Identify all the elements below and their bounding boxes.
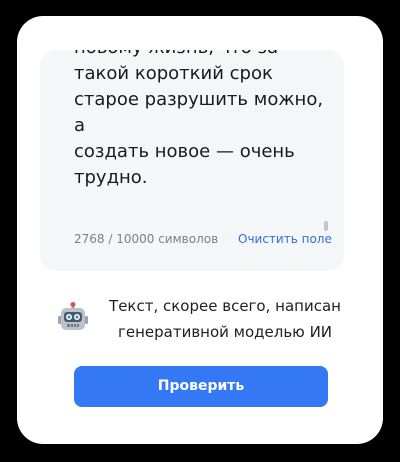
text-input-content[interactable]: новому жизнь, что за такой короткий срок… bbox=[74, 50, 336, 191]
robot-icon bbox=[58, 302, 88, 330]
check-button[interactable]: Проверить bbox=[74, 366, 328, 407]
result-message: Текст, скорее всего, написан генеративно… bbox=[100, 293, 350, 345]
result-line-2: генеративной моделью ИИ bbox=[117, 323, 333, 341]
text-scrollbar[interactable] bbox=[324, 221, 328, 231]
result-line-1: Текст, скорее всего, написан bbox=[109, 297, 341, 315]
char-counter: 2768 / 10000 символов bbox=[74, 232, 219, 246]
clear-field-link[interactable]: Очистить поле bbox=[238, 232, 332, 246]
